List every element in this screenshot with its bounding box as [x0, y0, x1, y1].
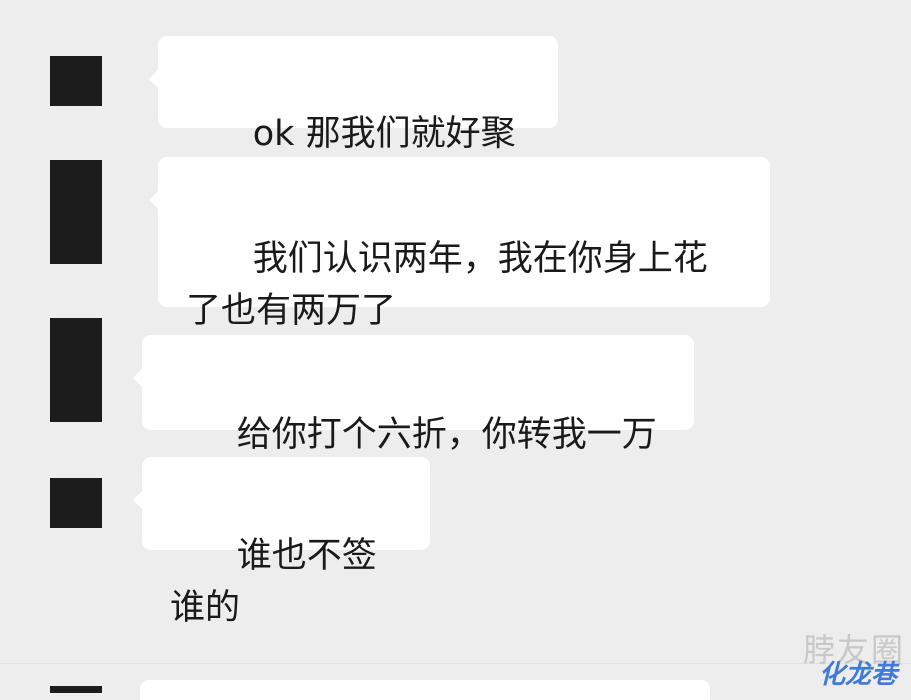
message-bubble[interactable]: 谁也不签谁的	[133, 457, 430, 628]
avatar[interactable]	[50, 318, 102, 422]
message-text: 我们认识两年，我在你身上花了也有两万了	[186, 239, 708, 331]
message-text: 谁也不签谁的	[170, 536, 377, 628]
avatar[interactable]	[50, 160, 102, 264]
message-bubble[interactable]: 给你打个六折，你转我一万二	[133, 335, 694, 507]
watermark-logo: 化龙巷	[818, 660, 897, 690]
message-bubble[interactable]	[140, 680, 710, 700]
avatar[interactable]	[50, 686, 102, 693]
message-bubble[interactable]: ok 那我们就好聚好散	[149, 36, 558, 206]
message-bubble[interactable]: 我们认识两年，我在你身上花了也有两万了	[149, 157, 770, 331]
avatar[interactable]	[50, 56, 102, 106]
avatar[interactable]	[50, 478, 102, 528]
divider	[0, 663, 911, 664]
